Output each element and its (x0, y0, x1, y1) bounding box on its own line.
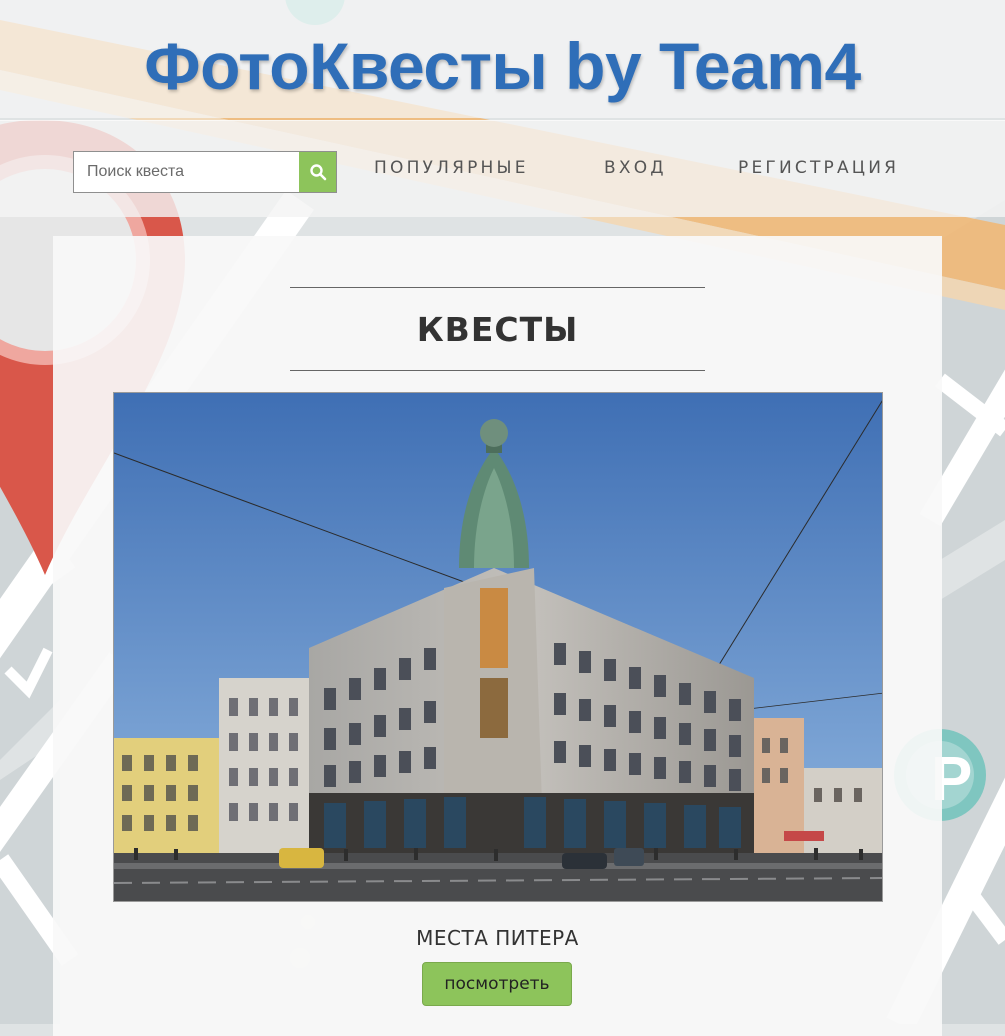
search-form (73, 151, 337, 193)
search-input[interactable] (74, 152, 300, 192)
title-divider-top (290, 287, 705, 288)
main-navbar: ПОПУЛЯРНЫЕ ВХОД РЕГИСТРАЦИЯ (0, 120, 1005, 217)
section-title: КВЕСТЫ (416, 310, 579, 349)
view-quest-button[interactable]: посмотреть (422, 962, 572, 1006)
search-icon (309, 164, 326, 181)
search-button[interactable] (299, 152, 336, 192)
site-header: ФотоКвесты by Team4 (0, 0, 1005, 118)
site-logo[interactable]: ФотоКвесты by Team4 (0, 26, 1005, 106)
quest-title: МЕСТА ПИТЕРА (416, 926, 579, 950)
title-divider-bottom (290, 370, 705, 371)
nav-link-popular[interactable]: ПОПУЛЯРНЫЕ (374, 157, 529, 179)
nav-link-register[interactable]: РЕГИСТРАЦИЯ (738, 157, 899, 179)
nav-link-login[interactable]: ВХОД (604, 157, 667, 179)
quest-photo (114, 393, 882, 901)
quests-panel: КВЕСТЫ МЕСТА ПИТЕРА посмотреть (53, 236, 942, 1036)
quest-image[interactable] (113, 392, 883, 902)
